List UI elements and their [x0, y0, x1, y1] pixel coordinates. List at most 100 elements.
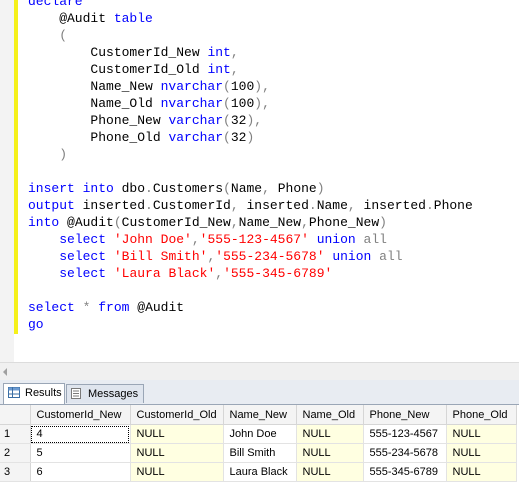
column-header[interactable]: Phone_Old — [446, 405, 517, 425]
code-token: , — [230, 198, 239, 213]
table-cell[interactable]: NULL — [296, 462, 364, 482]
code-line[interactable]: go — [28, 316, 473, 333]
table-cell[interactable]: 555-123-4567 — [363, 424, 447, 444]
table-row[interactable]: 2 5 NULL Bill Smith NULL 555-234-5678 NU… — [0, 443, 517, 463]
code-token: , — [262, 181, 270, 196]
row-number[interactable]: 3 — [0, 462, 31, 482]
code-token: . — [145, 181, 153, 196]
table-cell[interactable]: John Doe — [223, 424, 297, 444]
table-cell[interactable]: Bill Smith — [223, 443, 297, 463]
code-line[interactable] — [28, 163, 473, 180]
results-grid[interactable]: CustomerId_New CustomerId_Old Name_New N… — [0, 405, 519, 488]
messages-icon — [71, 388, 81, 399]
table-cell[interactable]: 555-234-5678 — [363, 443, 447, 463]
tab-messages[interactable]: Messages — [66, 384, 144, 403]
tab-results-label: Results — [25, 387, 62, 399]
table-cell[interactable]: NULL — [446, 424, 517, 444]
code-line[interactable]: @Audit table — [28, 10, 473, 27]
query-editor[interactable]: declare @Audit table ( CustomerId_New in… — [0, 0, 519, 362]
table-cell[interactable]: Laura Black — [223, 462, 297, 482]
code-token: inserted — [355, 198, 426, 213]
table-cell[interactable]: NULL — [296, 443, 364, 463]
sql-code[interactable]: declare @Audit table ( CustomerId_New in… — [28, 0, 473, 333]
code-token: ( — [113, 215, 122, 230]
code-line[interactable]: Name_New nvarchar(100), — [28, 78, 473, 95]
code-token: nvarchar — [160, 79, 224, 94]
code-token: int — [207, 45, 231, 60]
table-cell[interactable]: 4 — [30, 424, 131, 444]
code-token: table — [113, 11, 153, 26]
results-tabstrip: Results Messages — [0, 380, 519, 405]
code-line[interactable]: select 'John Doe','555-123-4567' union a… — [28, 231, 473, 248]
change-indicator-bar — [14, 0, 18, 334]
code-token: 'Laura Black' — [113, 266, 216, 281]
table-row[interactable]: 1 4 NULL John Doe NULL 555-123-4567 NULL — [0, 424, 517, 444]
table-cell[interactable]: NULL — [130, 424, 224, 444]
code-line[interactable]: insert into dbo.Customers(Name, Phone) — [28, 180, 473, 197]
code-token: , — [230, 45, 239, 60]
code-token: Name_Old — [28, 96, 161, 111]
column-header[interactable]: CustomerId_Old — [130, 405, 224, 425]
table-cell[interactable]: 5 — [30, 443, 131, 463]
code-token: CustomerId_New — [121, 215, 231, 230]
code-line[interactable]: CustomerId_New int, — [28, 44, 473, 61]
code-line[interactable]: select 'Laura Black','555-345-6789' — [28, 265, 473, 282]
code-line[interactable]: Phone_Old varchar(32) — [28, 129, 473, 146]
code-token: into — [28, 215, 60, 230]
code-token: declare — [28, 0, 83, 9]
code-line[interactable]: select 'Bill Smith','555-234-5678' union… — [28, 248, 473, 265]
table-cell[interactable]: NULL — [130, 462, 224, 482]
row-number[interactable]: 2 — [0, 443, 31, 463]
code-line[interactable]: ) — [28, 146, 473, 163]
code-token: all — [363, 232, 387, 247]
table-cell[interactable]: NULL — [130, 443, 224, 463]
code-token: , — [347, 198, 356, 213]
column-header[interactable]: CustomerId_New — [30, 405, 131, 425]
code-token: Customers — [152, 181, 224, 196]
code-line[interactable]: CustomerId_Old int, — [28, 61, 473, 78]
code-token: . — [145, 198, 153, 213]
table-cell[interactable]: 6 — [30, 462, 131, 482]
code-line[interactable] — [28, 282, 473, 299]
code-line[interactable]: ( — [28, 27, 473, 44]
code-line[interactable]: select * from @Audit — [28, 299, 473, 316]
code-line[interactable]: Name_Old nvarchar(100), — [28, 95, 473, 112]
code-line[interactable]: into @Audit(CustomerId_New,Name_New,Phon… — [28, 214, 473, 231]
column-header[interactable]: Name_New — [223, 405, 297, 425]
table-cell[interactable]: NULL — [446, 443, 517, 463]
code-token: ), — [246, 113, 263, 128]
code-line[interactable]: Phone_New varchar(32), — [28, 112, 473, 129]
code-token: . — [425, 198, 434, 213]
row-number[interactable]: 1 — [0, 424, 31, 444]
tab-results[interactable]: Results — [3, 383, 65, 404]
code-token: Name_New — [28, 79, 161, 94]
horizontal-scrollbar[interactable] — [0, 362, 519, 380]
code-token: select — [28, 300, 75, 315]
tab-messages-label: Messages — [88, 388, 139, 400]
code-token: output — [28, 198, 75, 213]
column-header[interactable]: Name_Old — [296, 405, 364, 425]
code-token: CustomerId_Old — [28, 62, 208, 77]
code-token: , — [230, 215, 239, 230]
column-header[interactable]: Phone_New — [363, 405, 447, 425]
code-token: Phone_Old — [28, 130, 169, 145]
code-token: ) — [316, 181, 325, 196]
code-token: union — [332, 249, 372, 264]
code-line[interactable]: declare — [28, 0, 473, 10]
code-token: all — [379, 249, 403, 264]
code-token: ), — [254, 79, 270, 94]
code-token: , — [301, 215, 309, 230]
scroll-left-icon[interactable] — [3, 368, 7, 376]
code-token: ( — [223, 113, 231, 128]
results-table: CustomerId_New CustomerId_Old Name_New N… — [0, 405, 517, 482]
code-token: Phone_New — [28, 113, 169, 128]
table-cell[interactable]: NULL — [296, 424, 364, 444]
table-cell[interactable]: 555-345-6789 — [363, 462, 447, 482]
table-cell[interactable]: NULL — [446, 462, 517, 482]
code-token: select — [59, 266, 107, 281]
code-line[interactable]: output inserted.CustomerId, inserted.Nam… — [28, 197, 473, 214]
code-token: union — [316, 232, 356, 247]
table-row[interactable]: 3 6 NULL Laura Black NULL 555-345-6789 N… — [0, 462, 517, 482]
